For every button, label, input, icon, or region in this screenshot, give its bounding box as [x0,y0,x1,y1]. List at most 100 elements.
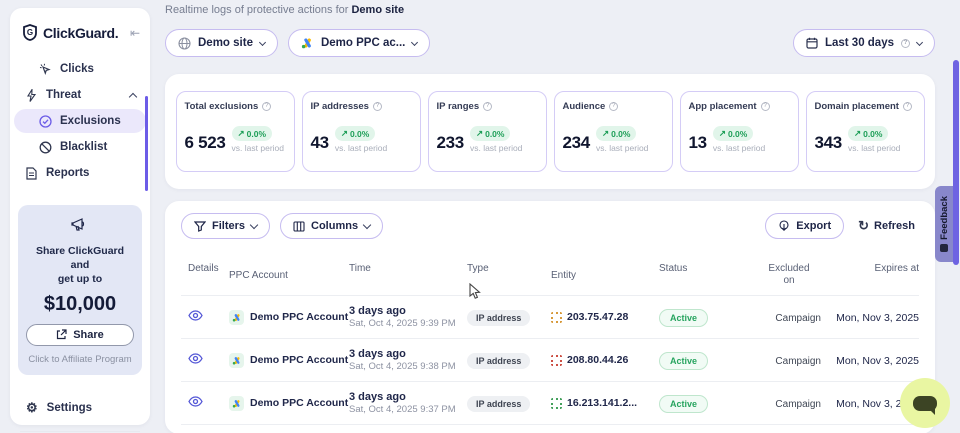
sidebar-item-label: Blacklist [60,141,107,153]
trend-badge: ↗0.0% [713,126,754,141]
view-details-eye-icon[interactable] [188,396,203,407]
google-ads-icon [229,353,244,368]
chat-bubble-icon [913,396,937,411]
feedback-label: Feedback [939,196,950,240]
stat-note: vs. last period [596,143,648,153]
columns-button[interactable]: Columns [280,213,383,239]
affiliate-promo-card[interactable]: Share ClickGuard and get up to $10,000 S… [18,205,142,375]
view-details-eye-icon[interactable] [188,310,203,321]
clickguard-shield-icon: G [22,24,38,41]
stat-note: vs. last period [335,143,387,153]
time-relative: 3 days ago [349,348,467,360]
column-header-excluded-on[interactable]: Excluded on [757,263,821,287]
google-ads-icon [301,37,314,49]
help-icon[interactable]: ? [262,102,271,111]
sidebar-item-settings[interactable]: ⚙ Settings [10,397,150,419]
stat-value: 234 [563,133,590,153]
column-header-time[interactable]: Time [349,263,467,287]
share-button[interactable]: Share [26,324,134,346]
table-row[interactable]: Demo PPC Account 3 days ago Sat, Oct 4, … [181,339,919,382]
refresh-label: Refresh [874,220,915,232]
page-scrollbar-thumb[interactable] [953,60,959,265]
entity-value: 16.213.141.2... [567,397,637,409]
time-absolute: Sat, Oct 4, 2025 9:37 PM [349,404,467,415]
help-icon[interactable]: ? [761,102,770,111]
app-root: G ClickGuard. ⇤ Clicks Threat [0,0,960,433]
sidebar-item-exclusions[interactable]: Exclusions [14,109,146,133]
site-selector[interactable]: Demo site [165,29,278,57]
chat-widget-button[interactable] [900,378,950,428]
date-range-label: Last 30 days [825,37,894,49]
trend-up-icon: ↗ [854,128,861,139]
promo-title-line2: get up to [58,273,102,285]
stat-change: 0.0% [350,129,369,139]
google-ads-icon [229,310,244,325]
stat-label: Domain placement [815,101,899,112]
table-row[interactable]: Demo PPC Account 3 days ago Sat, Oct 4, … [181,296,919,339]
trend-badge: ↗0.0% [596,126,637,141]
column-header-details[interactable]: Details [181,263,229,287]
column-header-entity[interactable]: Entity [551,263,659,287]
sidebar-item-blacklist[interactable]: Blacklist [14,135,146,159]
excluded-on-value: Campaign [775,313,821,324]
ppc-account-name: Demo PPC Account [250,311,348,323]
stat-label: IP addresses [311,101,369,112]
export-button[interactable]: Export [765,213,844,239]
help-icon[interactable]: ? [903,102,912,111]
ppc-account-name: Demo PPC Account [250,397,348,409]
column-header-expires-at[interactable]: Expires at [821,263,919,287]
stat-card-domain-placement: Domain placement? 343 ↗0.0%vs. last peri… [806,91,925,172]
promo-amount: $10,000 [26,293,134,316]
expires-at-value: Mon, Nov 3, 2025 [836,312,919,324]
entity-value: 208.80.44.26 [567,354,628,366]
help-icon[interactable]: ? [373,102,382,111]
trend-up-icon: ↗ [719,128,726,139]
help-icon[interactable]: ? [483,102,492,111]
filters-button[interactable]: Filters [181,213,270,239]
status-badge: Active [659,309,708,327]
chevron-up-icon[interactable] [129,92,137,100]
sidebar: G ClickGuard. ⇤ Clicks Threat [10,8,150,425]
settings-label: Settings [47,402,92,414]
page-subtitle: Realtime logs of protective actions for … [165,0,935,16]
sidebar-item-clicks[interactable]: Clicks [14,57,146,81]
stat-change: 0.0% [485,129,504,139]
view-details-eye-icon[interactable] [188,353,203,364]
chevron-down-icon [916,38,923,45]
refresh-button[interactable]: ↻ Refresh [854,218,919,234]
feedback-icon [940,244,948,252]
stat-card-app-placement: App placement? 13 ↗0.0% vs. last period [680,91,799,172]
subtitle-site-name: Demo site [351,4,404,16]
sidebar-scrollbar-thumb[interactable] [145,96,148,191]
date-range-selector[interactable]: Last 30 days ? [793,29,935,57]
sidebar-item-label: Exclusions [60,115,121,127]
stat-label: App placement [689,101,757,112]
sidebar-item-reports[interactable]: Reports [14,161,146,185]
document-icon [24,166,38,180]
site-selector-label: Demo site [198,37,253,49]
trend-up-icon: ↗ [238,128,245,139]
column-header-status[interactable]: Status [659,263,757,287]
stat-card-ip-ranges: IP ranges? 233 ↗0.0%vs. last period [428,91,547,172]
main-content: Realtime logs of protective actions for … [165,0,935,433]
country-flag-icon [551,398,562,409]
table-row-partial[interactable]: 3 days ago [181,425,919,433]
ppc-account-selector[interactable]: Demo PPC ac... [288,29,430,57]
columns-label: Columns [311,220,358,232]
chevron-down-icon [363,221,371,229]
promo-title-line1: Share ClickGuard and [36,245,124,271]
sidebar-item-threat[interactable]: Threat [14,83,146,107]
column-header-ppc-account[interactable]: PPC Account [229,263,349,287]
stat-value: 13 [689,133,707,153]
stat-note: vs. last period [713,143,765,153]
sidebar-collapse-icon[interactable]: ⇤ [130,26,140,40]
table-row[interactable]: Demo PPC Account 3 days ago Sat, Oct 4, … [181,382,919,425]
trend-badge: ↗0.0% [232,126,273,141]
help-icon: ? [901,39,910,48]
help-icon[interactable]: ? [609,102,618,111]
trend-up-icon: ↗ [476,128,483,139]
status-badge: Active [659,352,708,370]
trend-badge: ↗0.0% [470,126,511,141]
feedback-tab[interactable]: Feedback [935,186,953,262]
type-badge: IP address [467,353,530,369]
